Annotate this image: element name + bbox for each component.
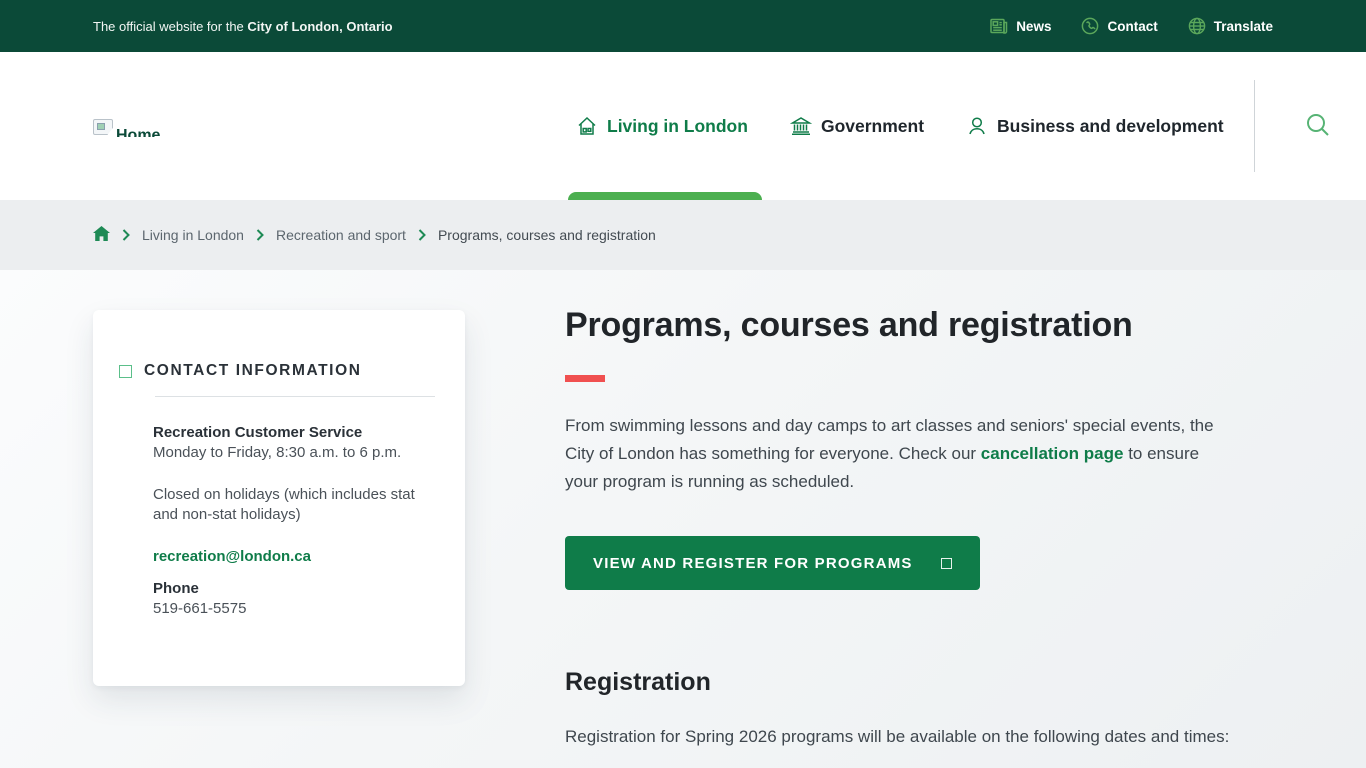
phone-number: 519-661-5575 — [153, 599, 435, 619]
recreation-email-link[interactable]: recreation@london.ca — [153, 548, 311, 565]
active-nav-indicator — [568, 192, 762, 200]
chevron-right-icon — [256, 229, 264, 241]
card-body: Recreation Customer Service Monday to Fr… — [119, 423, 435, 619]
primary-nav: Living in London Government — [576, 52, 1339, 200]
red-accent-bar — [565, 375, 605, 382]
bank-icon — [790, 115, 812, 137]
search-button[interactable] — [1297, 104, 1339, 149]
house-icon — [576, 115, 598, 137]
translate-label: Translate — [1214, 19, 1273, 34]
breadcrumb-home-link[interactable] — [93, 226, 110, 244]
contact-information-card: CONTACT INFORMATION Recreation Customer … — [93, 310, 465, 686]
contact-label: Contact — [1107, 19, 1157, 34]
nav-label: Government — [821, 116, 924, 137]
spacer — [153, 567, 435, 579]
phone-circle-icon — [1081, 17, 1099, 35]
spacer — [153, 525, 435, 547]
registration-paragraph: Registration for Spring 2026 programs wi… — [565, 723, 1233, 751]
translate-link[interactable]: Translate — [1188, 17, 1273, 35]
nav-label: Living in London — [607, 116, 748, 137]
utility-bar: The official website for the City of Lon… — [0, 0, 1366, 52]
registration-heading: Registration — [565, 668, 1233, 697]
breadcrumb-band: Living in London Recreation and sport Pr… — [0, 200, 1366, 270]
broken-image-icon — [93, 119, 113, 135]
site-tagline: The official website for the City of Lon… — [93, 19, 393, 34]
cancellation-page-link[interactable]: cancellation page — [981, 444, 1124, 463]
tagline-city: City of London, Ontario — [247, 19, 392, 34]
nav-item-business-and-development[interactable]: Business and development — [966, 115, 1224, 137]
article: Programs, courses and registration From … — [565, 306, 1233, 751]
chevron-right-icon — [418, 229, 426, 241]
newspaper-icon — [990, 18, 1008, 34]
page: The official website for the City of Lon… — [0, 0, 1366, 768]
cta-label: VIEW AND REGISTER FOR PROGRAMS — [593, 555, 913, 572]
nav-label: Business and development — [997, 116, 1224, 137]
main-header: Home Living in London — [0, 52, 1366, 200]
service-hours: Monday to Friday, 8:30 a.m. to 6 p.m. — [153, 443, 435, 463]
phone-label: Phone — [153, 579, 435, 599]
breadcrumb-item-living-in-london[interactable]: Living in London — [142, 227, 244, 243]
home-icon — [93, 226, 110, 244]
view-and-register-button[interactable]: VIEW AND REGISTER FOR PROGRAMS — [565, 536, 980, 590]
spacer — [153, 463, 435, 485]
person-icon — [966, 115, 988, 137]
nav-item-living-in-london[interactable]: Living in London — [576, 115, 748, 137]
utility-links: News Contact — [990, 17, 1273, 35]
external-link-icon — [941, 558, 952, 569]
card-title-row: CONTACT INFORMATION — [119, 362, 435, 380]
closed-note: Closed on holidays (which includes stat … — [153, 485, 435, 525]
tagline-prefix: The official website for the — [93, 19, 247, 34]
globe-icon — [1188, 17, 1206, 35]
nav-item-government[interactable]: Government — [790, 115, 924, 137]
main-content: CONTACT INFORMATION Recreation Customer … — [0, 270, 1366, 768]
logo-alt-text: Home — [116, 128, 160, 137]
header-divider — [1254, 80, 1255, 172]
breadcrumb: Living in London Recreation and sport Pr… — [93, 226, 656, 244]
news-link[interactable]: News — [990, 18, 1051, 34]
breadcrumb-item-recreation-and-sport[interactable]: Recreation and sport — [276, 227, 406, 243]
contact-card-title: CONTACT INFORMATION — [144, 362, 362, 380]
news-label: News — [1016, 19, 1051, 34]
search-icon — [1303, 128, 1333, 143]
contact-card-icon — [119, 365, 132, 378]
site-logo-home-link[interactable]: Home — [93, 119, 160, 137]
card-divider — [155, 396, 435, 397]
page-title: Programs, courses and registration — [565, 306, 1233, 345]
chevron-right-icon — [122, 229, 130, 241]
contact-link[interactable]: Contact — [1081, 17, 1157, 35]
intro-paragraph: From swimming lessons and day camps to a… — [565, 412, 1233, 496]
service-name: Recreation Customer Service — [153, 423, 435, 443]
breadcrumb-current-page: Programs, courses and registration — [438, 227, 656, 243]
